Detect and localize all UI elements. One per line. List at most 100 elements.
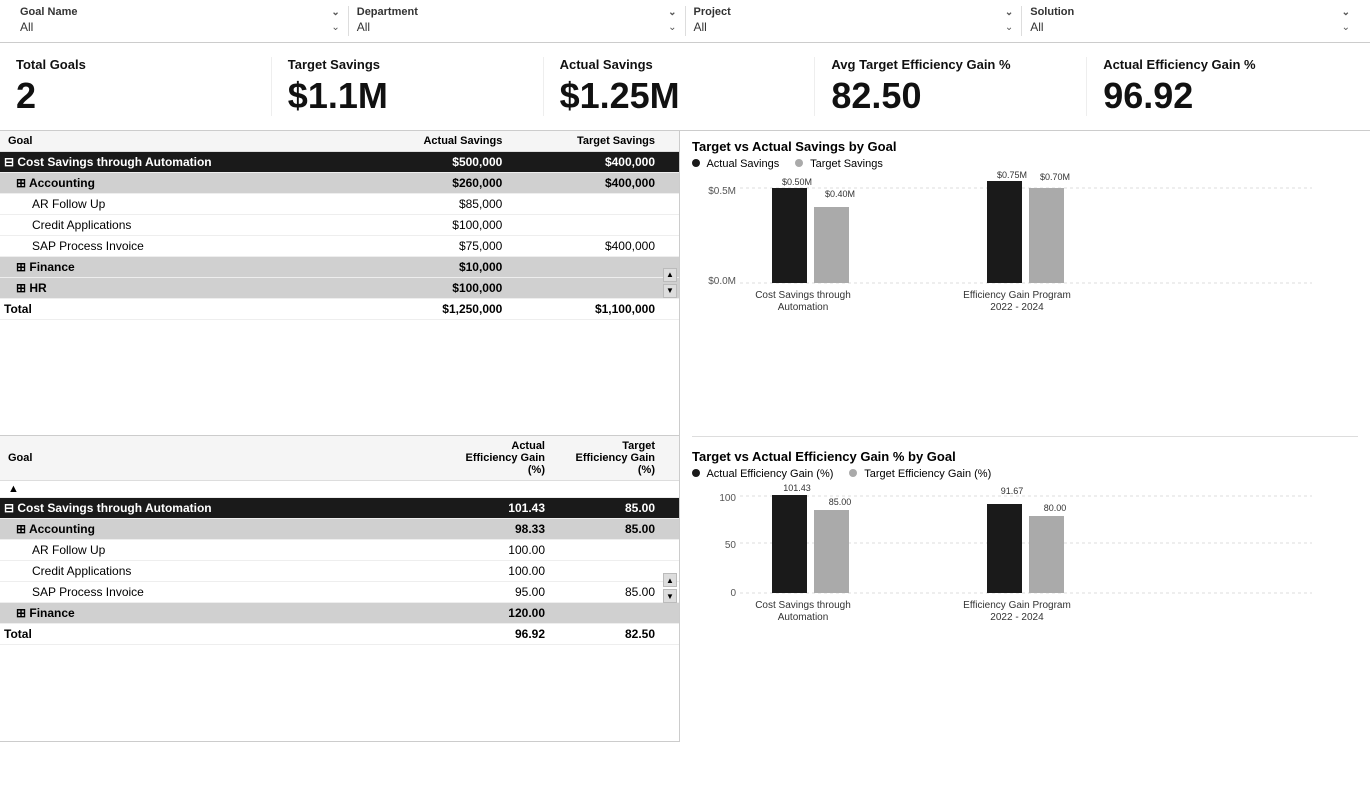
kpi-total-goals-value: 2 — [16, 76, 36, 116]
cell-goal-eff: SAP Process Invoice — [0, 582, 443, 603]
savings-chart-title: Target vs Actual Savings by Goal — [692, 139, 1358, 154]
svg-text:$0.50M: $0.50M — [782, 177, 812, 187]
scroll-down-btn[interactable]: ▼ — [663, 284, 677, 298]
cell-actual: $1,250,000 — [356, 298, 510, 319]
cell-spacer — [663, 214, 679, 235]
efficiency-chart-legend: Actual Efficiency Gain (%) Target Effici… — [692, 468, 1358, 480]
kpi-actual-efficiency: Actual Efficiency Gain % 96.92 — [1087, 57, 1358, 116]
scroll-down-btn-2[interactable]: ▼ — [663, 589, 677, 603]
legend-target-efficiency-dot — [849, 469, 857, 477]
filter-project-dropdown[interactable]: ⌄ — [1005, 22, 1013, 33]
col-target-efficiency: TargetEfficiency Gain(%) — [553, 436, 663, 481]
col-actual-savings: Actual Savings — [356, 131, 510, 152]
efficiency-chart-block: Target vs Actual Efficiency Gain % by Go… — [692, 449, 1358, 734]
table-row: AR Follow Up 100.00 — [0, 540, 679, 561]
svg-text:85.00: 85.00 — [829, 497, 852, 507]
table-row: ⊞ Finance $10,000 — [0, 256, 679, 277]
kpi-avg-target-efficiency-label: Avg Target Efficiency Gain % — [831, 57, 1010, 72]
bar-csta-target — [814, 207, 849, 283]
cell-target: $400,000 — [510, 151, 663, 172]
main-content: Goal Actual Savings Target Savings ⊟ Cos… — [0, 131, 1370, 742]
filter-solution-chevron: ⌄ — [1342, 7, 1350, 18]
svg-text:Automation: Automation — [778, 302, 829, 313]
efficiency-chart-svg: 100 50 0 101.43 85.00 Cost Savings throu… — [692, 486, 1332, 636]
cell-target — [510, 256, 663, 277]
scroll-indicator-row: ▲ — [0, 481, 679, 498]
filter-goal-name-label: Goal Name — [20, 6, 77, 18]
savings-chart-svg: $0.5M $0.0M $0.50M $0.40M Cost Savings t… — [692, 176, 1332, 326]
filter-solution[interactable]: Solution ⌄ All ⌄ — [1022, 6, 1358, 36]
kpi-actual-efficiency-value: 96.92 — [1103, 76, 1193, 116]
legend-actual-efficiency-label: Actual Efficiency Gain (%) — [706, 468, 833, 480]
cell-target — [510, 214, 663, 235]
cell-actual-eff: 98.33 — [443, 519, 553, 540]
bar-csta-target-eff — [814, 510, 849, 593]
cell-actual: $100,000 — [356, 277, 510, 298]
svg-text:91.67: 91.67 — [1001, 486, 1024, 496]
table-row: ⊞ Accounting $260,000 $400,000 — [0, 172, 679, 193]
scroll-up-btn-2[interactable]: ▲ — [663, 573, 677, 587]
cell-goal: Total — [0, 298, 356, 319]
cell-goal: ⊞ Accounting — [0, 172, 356, 193]
table-row: SAP Process Invoice 95.00 85.00 — [0, 582, 679, 603]
legend-target-savings-label: Target Savings — [810, 158, 883, 170]
cell-goal: ⊟ Cost Savings through Automation — [0, 151, 356, 172]
filter-bar: Goal Name ⌄ All ⌄ Department ⌄ All ⌄ Pro… — [0, 0, 1370, 43]
savings-table: Goal Actual Savings Target Savings ⊟ Cos… — [0, 131, 679, 320]
filter-department[interactable]: Department ⌄ All ⌄ — [349, 6, 686, 36]
filter-department-dropdown[interactable]: ⌄ — [668, 22, 676, 33]
svg-text:Cost Savings through: Cost Savings through — [755, 290, 851, 301]
col-goal: Goal — [0, 131, 356, 152]
table-row: AR Follow Up $85,000 — [0, 193, 679, 214]
svg-text:Efficiency Gain Program: Efficiency Gain Program — [963, 600, 1071, 611]
svg-text:Efficiency Gain Program: Efficiency Gain Program — [963, 290, 1071, 301]
filter-department-label: Department — [357, 6, 418, 18]
table-row: ⊞ Finance 120.00 — [0, 603, 679, 624]
cell-actual: $75,000 — [356, 235, 510, 256]
cell-target-eff — [553, 603, 663, 624]
svg-text:Cost Savings through: Cost Savings through — [755, 600, 851, 611]
scroll-up-btn[interactable]: ▲ — [663, 268, 677, 282]
cell-actual: $100,000 — [356, 214, 510, 235]
filter-goal-name-dropdown[interactable]: ⌄ — [331, 22, 339, 33]
table-row: ⊞ Accounting 98.33 85.00 — [0, 519, 679, 540]
cell-goal-eff: Credit Applications — [0, 561, 443, 582]
cell-actual: $500,000 — [356, 151, 510, 172]
scroll-indicator-1[interactable]: ▲ ▼ — [663, 268, 677, 298]
cell-goal-eff: Total — [0, 624, 443, 645]
kpi-row: Total Goals 2 Target Savings $1.1M Actua… — [0, 43, 1370, 131]
filter-department-chevron: ⌄ — [668, 7, 676, 18]
tables-section: Goal Actual Savings Target Savings ⊟ Cos… — [0, 131, 680, 742]
filter-project[interactable]: Project ⌄ All ⌄ — [686, 6, 1023, 36]
kpi-target-savings: Target Savings $1.1M — [272, 57, 544, 116]
savings-chart-block: Target vs Actual Savings by Goal Actual … — [692, 139, 1358, 424]
filter-goal-name[interactable]: Goal Name ⌄ All ⌄ — [12, 6, 349, 36]
cell-actual: $260,000 — [356, 172, 510, 193]
table-row: Total $1,250,000 $1,100,000 — [0, 298, 679, 319]
svg-text:101.43: 101.43 — [783, 483, 811, 493]
svg-text:$0.75M: $0.75M — [997, 170, 1027, 180]
cell-target-eff: 85.00 — [553, 582, 663, 603]
cell-spacer — [663, 151, 679, 172]
cell-spacer-eff — [663, 498, 679, 519]
efficiency-table: Goal ActualEfficiency Gain(%) TargetEffi… — [0, 436, 679, 645]
filter-solution-dropdown[interactable]: ⌄ — [1342, 22, 1350, 33]
cell-goal-eff: AR Follow Up — [0, 540, 443, 561]
cell-goal: ⊞ HR — [0, 277, 356, 298]
filter-project-label: Project — [694, 6, 731, 18]
cell-spacer — [663, 235, 679, 256]
cell-target-eff — [553, 540, 663, 561]
scroll-indicator-2[interactable]: ▲ ▼ — [663, 573, 677, 603]
table-row: Credit Applications 100.00 — [0, 561, 679, 582]
cell-target-eff: 85.00 — [553, 519, 663, 540]
legend-actual-efficiency: Actual Efficiency Gain (%) — [692, 468, 833, 480]
cell-spacer-eff — [663, 540, 679, 561]
cell-goal: Credit Applications — [0, 214, 356, 235]
bar-egp-actual-eff — [987, 504, 1022, 593]
bar-csta-actual-eff — [772, 495, 807, 593]
chart-divider — [692, 436, 1358, 437]
legend-target-savings: Target Savings — [795, 158, 883, 170]
cell-actual-eff: 100.00 — [443, 540, 553, 561]
bar-csta-actual — [772, 188, 807, 283]
cell-target-eff — [553, 561, 663, 582]
